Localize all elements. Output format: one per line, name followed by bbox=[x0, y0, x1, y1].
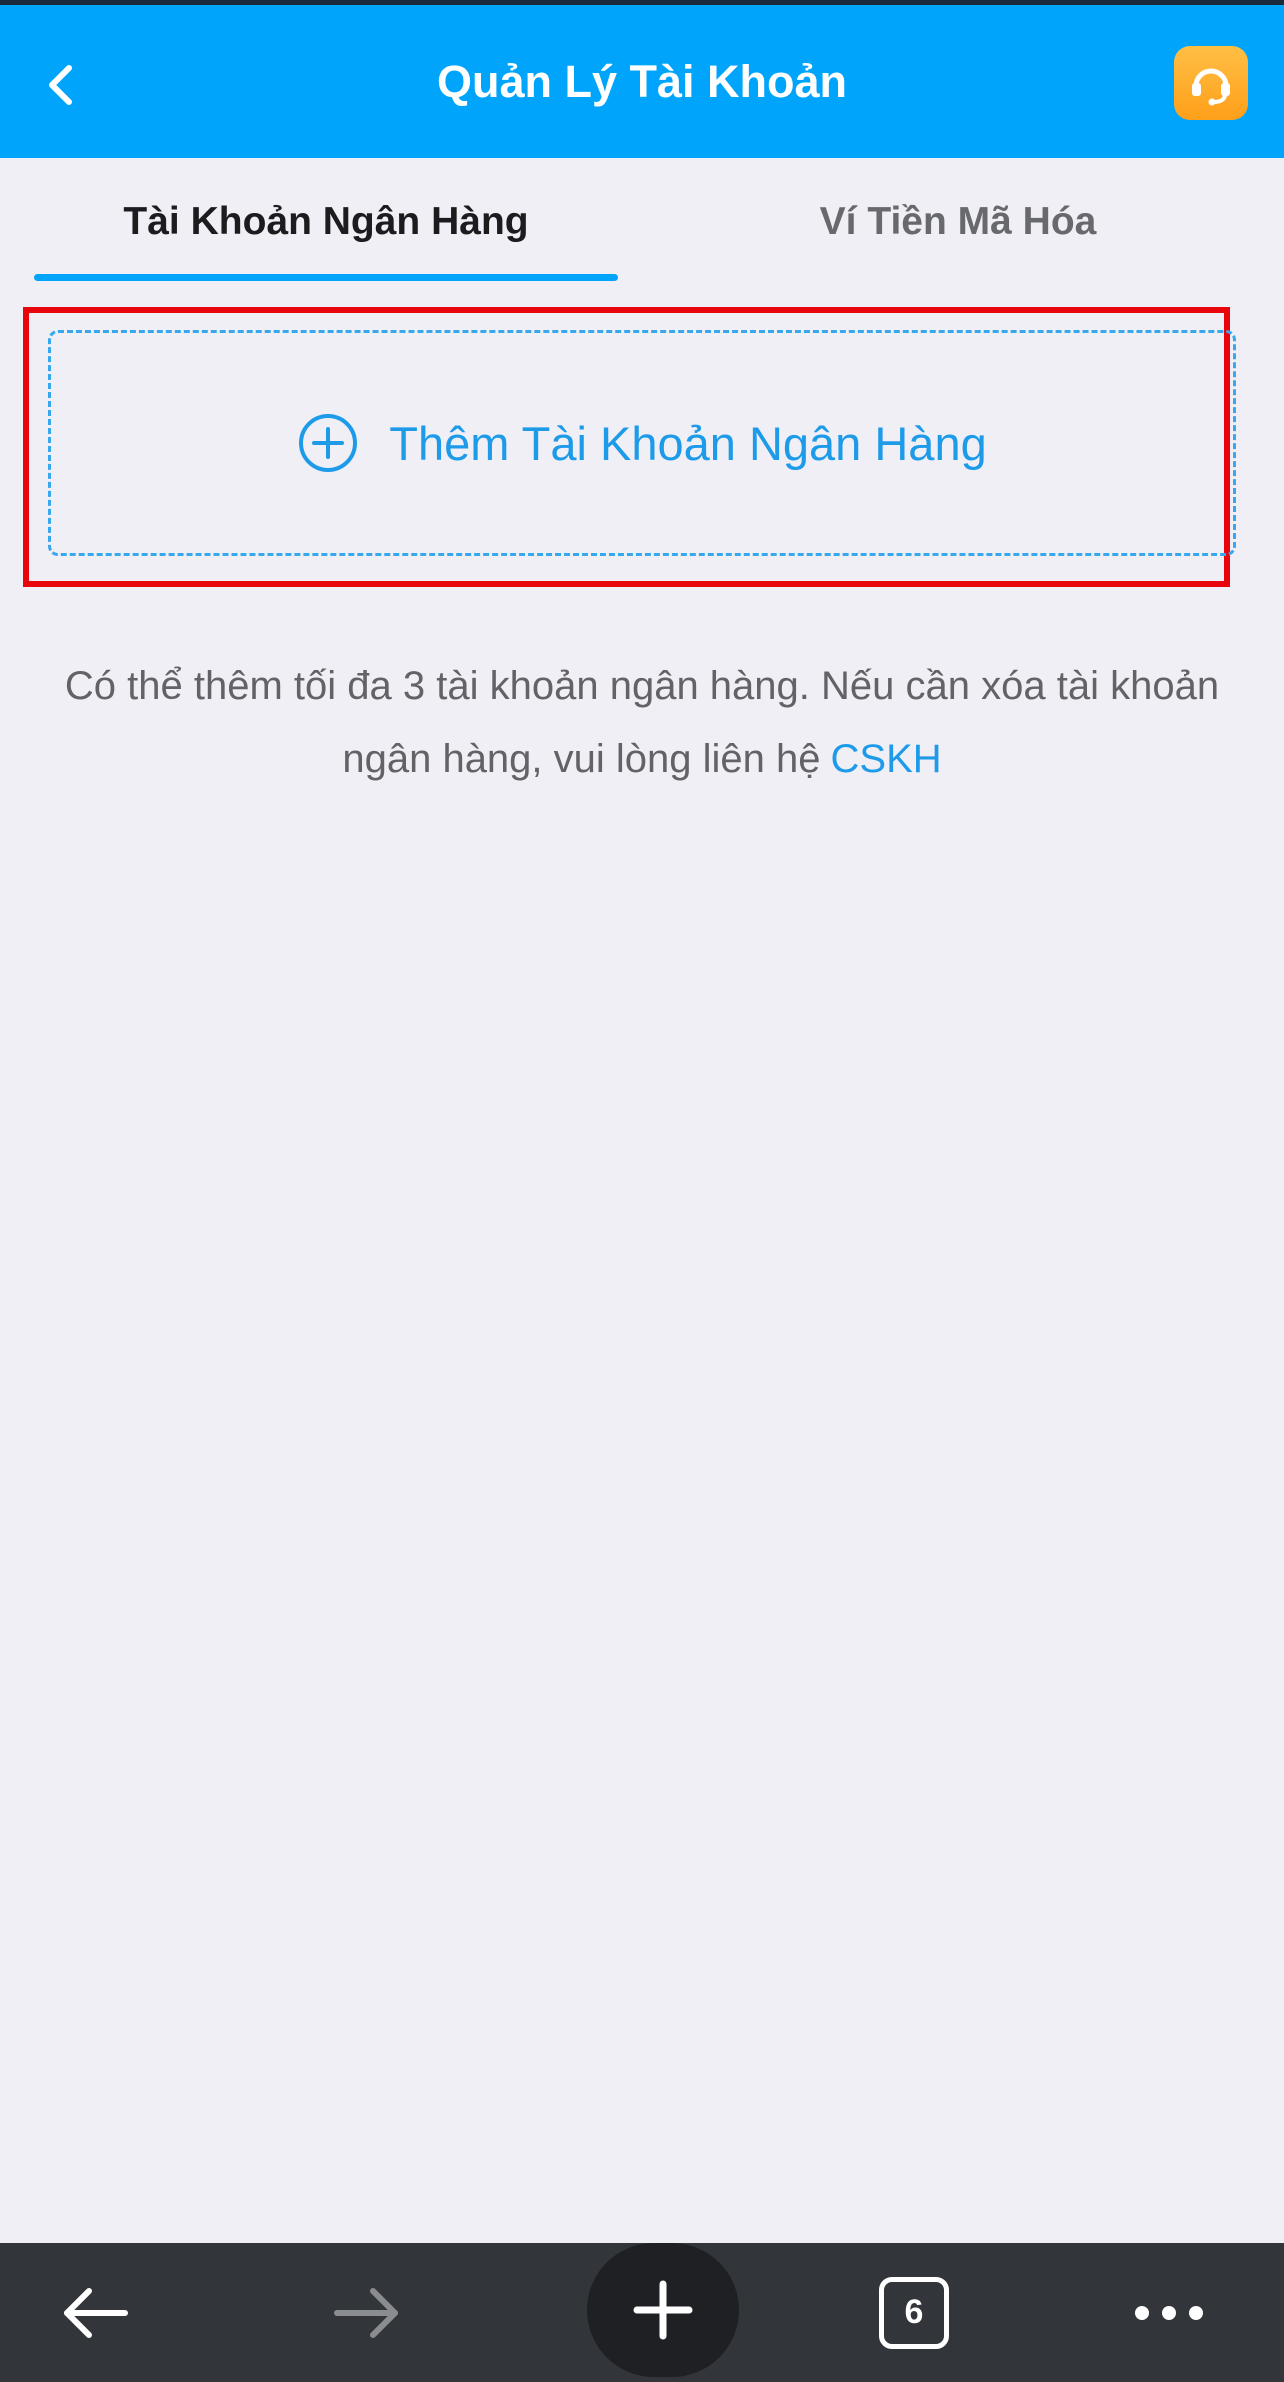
more-icon bbox=[1135, 2305, 1203, 2320]
arrow-right-icon bbox=[334, 2287, 398, 2338]
bank-limit-notice: Có thể thêm tối đa 3 tài khoản ngân hàng… bbox=[60, 650, 1224, 796]
browser-back-button[interactable] bbox=[40, 2243, 150, 2382]
notice-text: Có thể thêm tối đa 3 tài khoản ngân hàng… bbox=[64, 664, 1220, 781]
tab-bank-accounts[interactable]: Tài Khoản Ngân Hàng bbox=[34, 158, 618, 286]
add-bank-account-button[interactable]: Thêm Tài Khoản Ngân Hàng bbox=[48, 330, 1236, 556]
new-tab-button[interactable] bbox=[587, 2243, 739, 2382]
app-header: Quản Lý Tài Khoản bbox=[0, 5, 1284, 158]
tab-count: 6 bbox=[904, 2293, 924, 2331]
tab-switcher-button[interactable]: 6 bbox=[864, 2243, 964, 2382]
browser-forward-button[interactable] bbox=[312, 2243, 422, 2382]
arrow-left-icon bbox=[64, 2287, 128, 2338]
new-tab-circle bbox=[587, 2243, 739, 2377]
headset-icon bbox=[1192, 68, 1230, 106]
add-bank-account-label: Thêm Tài Khoản Ngân Hàng bbox=[389, 416, 987, 470]
plus-circle-icon bbox=[297, 412, 359, 474]
chevron-left-icon bbox=[49, 65, 72, 105]
browser-bottom-bar: 6 bbox=[0, 2243, 1284, 2382]
plus-icon bbox=[633, 2280, 693, 2340]
page-title: Quản Lý Tài Khoản bbox=[436, 56, 848, 107]
back-button[interactable] bbox=[30, 40, 90, 130]
more-menu-button[interactable] bbox=[1116, 2243, 1222, 2382]
tab-bar: Tài Khoản Ngân Hàng Ví Tiền Mã Hóa bbox=[0, 158, 1284, 286]
tabs-icon: 6 bbox=[879, 2276, 949, 2349]
active-tab-indicator bbox=[34, 274, 618, 281]
support-button[interactable] bbox=[1174, 46, 1248, 120]
tab-crypto-wallets[interactable]: Ví Tiền Mã Hóa bbox=[716, 158, 1200, 286]
customer-support-link[interactable]: CSKH bbox=[831, 737, 942, 781]
